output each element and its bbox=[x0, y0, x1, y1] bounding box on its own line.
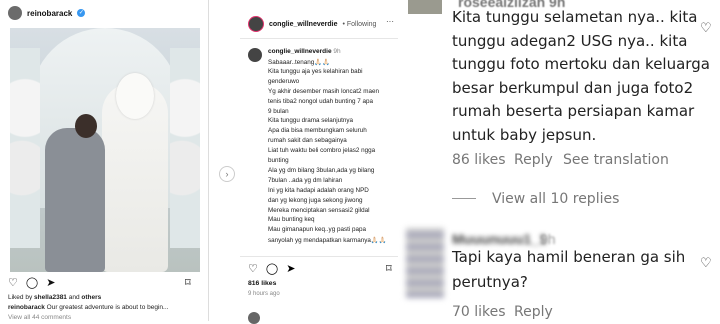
following-status[interactable]: • Following bbox=[342, 21, 376, 28]
comment-line: Ala yg dm bilang 3bulan,ada yg bilang bbox=[268, 166, 375, 174]
comment-icon[interactable]: ◯ bbox=[26, 276, 38, 289]
comment-1-reply[interactable]: Reply bbox=[514, 152, 553, 168]
divider bbox=[240, 38, 398, 39]
comment-username[interactable]: conglie_willneverdie bbox=[268, 48, 332, 55]
comment-line: Yg akhir desember masih loncat2 maen bbox=[268, 87, 379, 95]
liked-by-text: Liked by shella2381 and others bbox=[8, 294, 102, 301]
comment-2-time: 9h bbox=[540, 231, 556, 247]
comment-line: Mau bunting keq bbox=[268, 216, 315, 224]
comment-line: rumah beserta persiapan kamar bbox=[452, 102, 695, 120]
comment-line: 9 bulan bbox=[268, 107, 289, 115]
comment-line: Liat tuh waktu beli combro jelas2 ngga bbox=[268, 147, 376, 155]
comment-like-heart-icon[interactable]: ♡ bbox=[700, 255, 712, 271]
comment-line: Apa dia bisa membungkam seluruh bbox=[268, 127, 367, 135]
liked-by-user[interactable]: shella2381 bbox=[34, 294, 67, 301]
comment-line: bunting bbox=[268, 157, 289, 164]
mid-action-icons: ♡ ◯ ➤ bbox=[248, 262, 295, 275]
post-time: 9 hours ago bbox=[248, 291, 280, 297]
replies-line bbox=[452, 198, 476, 199]
comment-line: sanyolah yg mendapatkan karmanya🙏🏻🙏🏻 bbox=[268, 237, 387, 245]
comment-header: conglie_willneverdie 9h bbox=[268, 48, 341, 55]
comment-1-likes[interactable]: 86 likes bbox=[452, 152, 506, 168]
view-all-replies[interactable]: View all 10 replies bbox=[492, 191, 619, 207]
caption-username[interactable]: reinobarack bbox=[8, 304, 45, 311]
next-arrow-icon[interactable]: › bbox=[219, 166, 235, 182]
comment-line: Kita tunggu selametan nya.. kita bbox=[452, 8, 698, 26]
comment-line: besar berkumpul dan juga foto2 bbox=[452, 78, 694, 97]
comment-line: Ini yg kita hadapi adalah orang NPD bbox=[268, 186, 369, 194]
comment-line: untuk baby jepsun. bbox=[452, 125, 597, 144]
comment-line: Sabaaar..tenang🙏🏻🙏🏻 bbox=[268, 59, 330, 66]
comment-line: tunggu adegan2 USG nya.. kita bbox=[452, 31, 688, 50]
avatar[interactable] bbox=[408, 0, 442, 14]
comment-2-likes[interactable]: 70 likes bbox=[452, 304, 506, 320]
comment-line: dan yg lekong juga sekong jiwong bbox=[268, 196, 363, 204]
comment-line: rumah sakit dan sebagainya bbox=[268, 137, 347, 145]
comment-2-reply[interactable]: Reply bbox=[514, 304, 553, 320]
likes-count[interactable]: 816 likes bbox=[248, 280, 276, 287]
avatar[interactable] bbox=[248, 16, 264, 32]
post-photo[interactable] bbox=[10, 28, 200, 272]
liked-by-others[interactable]: others bbox=[81, 294, 101, 301]
more-options-icon[interactable]: ··· bbox=[386, 17, 394, 26]
caption: reinobarack Our greatest adventure is ab… bbox=[8, 304, 169, 311]
left-action-icons: ♡ ◯ ➤ bbox=[8, 276, 55, 289]
comment-avatar[interactable] bbox=[248, 48, 262, 62]
left-username[interactable]: reinobarack bbox=[27, 9, 72, 18]
view-all-comments-link[interactable]: View all 44 comments bbox=[8, 314, 71, 321]
comment-line: Kita tunggu aja yes kelahiran babi bbox=[268, 67, 363, 75]
share-icon[interactable]: ➤ bbox=[46, 276, 55, 289]
bookmark-icon[interactable]: ⌑ bbox=[185, 276, 191, 289]
comment-1-see-translation[interactable]: See translation bbox=[563, 152, 669, 168]
mid-post-header: conglie_willneverdie • Following bbox=[248, 16, 376, 32]
comment-line: Kita tunggu drama selanjutnya bbox=[268, 117, 354, 125]
avatar bbox=[248, 312, 260, 324]
comment-line: Mereka menciptakan sensasi2 gildal bbox=[268, 206, 370, 214]
avatar[interactable] bbox=[406, 228, 444, 298]
divider bbox=[240, 256, 398, 257]
comment-line: tenis tiba2 nongol udah bunting 7 apa bbox=[268, 97, 374, 105]
comment-line: tunggu foto mertoku dan keluarga bbox=[452, 55, 710, 73]
comment-line: perutnya? bbox=[452, 273, 528, 291]
comment-like-heart-icon[interactable]: ♡ bbox=[700, 20, 712, 36]
comment-line: Mau gimanapun keq..yg pasti papa bbox=[268, 226, 367, 234]
comment-line: Tapi kaya hamil beneran ga sih bbox=[452, 248, 686, 266]
comment-2-username[interactable]: Muuunuuu1_1 bbox=[452, 231, 547, 247]
like-heart-icon[interactable]: ♡ bbox=[8, 276, 18, 289]
left-post-header: reinobarack ✓ bbox=[8, 6, 86, 20]
comment-time: 9h bbox=[333, 48, 341, 55]
avatar[interactable] bbox=[8, 6, 22, 20]
comment-line: genderuwo bbox=[268, 77, 300, 85]
verified-badge-icon: ✓ bbox=[77, 9, 86, 17]
like-heart-icon[interactable]: ♡ bbox=[248, 262, 258, 275]
comment-icon[interactable]: ◯ bbox=[266, 262, 278, 275]
bookmark-icon[interactable]: ⌑ bbox=[386, 262, 392, 275]
share-icon[interactable]: ➤ bbox=[286, 262, 295, 275]
comment-line: 7bulan ..ada yg dm lahiran bbox=[268, 176, 343, 184]
left-post-panel: reinobarack ✓ ♡ ◯ ➤ ⌑ Liked by shella238… bbox=[0, 0, 209, 321]
mid-username[interactable]: conglie_willneverdie bbox=[269, 21, 337, 28]
